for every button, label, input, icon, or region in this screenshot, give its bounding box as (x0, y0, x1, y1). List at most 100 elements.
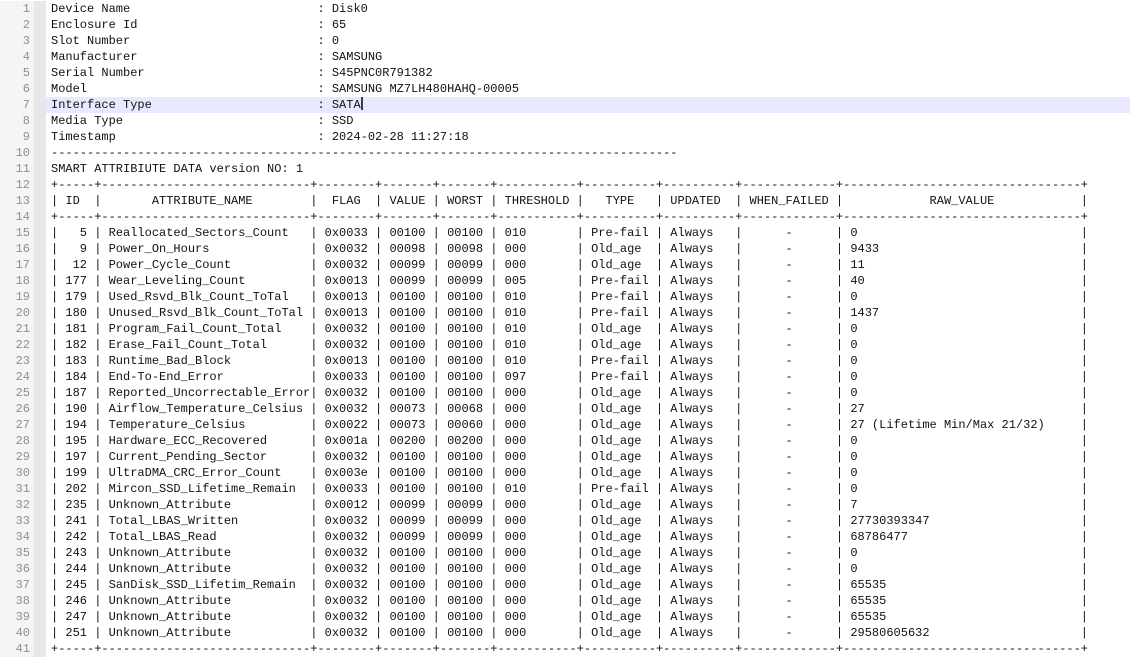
code-line-text[interactable]: | 183 | Runtime_Bad_Block | 0x0013 | 001… (46, 353, 1130, 369)
line-number[interactable]: 39 (0, 609, 34, 625)
code-line-text[interactable]: | 181 | Program_Fail_Count_Total | 0x003… (46, 321, 1130, 337)
code-line-text[interactable]: | 199 | UltraDMA_CRC_Error_Count | 0x003… (46, 465, 1130, 481)
line-number[interactable]: 7 (0, 97, 34, 113)
code-line-text[interactable]: Interface Type : SATA (46, 97, 1130, 113)
line-number[interactable]: 4 (0, 49, 34, 65)
code-line-text[interactable]: | 12 | Power_Cycle_Count | 0x0032 | 0009… (46, 257, 1130, 273)
fold-margin (34, 305, 46, 321)
line-number[interactable]: 10 (0, 145, 34, 161)
fold-margin (34, 449, 46, 465)
line-number[interactable]: 17 (0, 257, 34, 273)
line-number[interactable]: 12 (0, 177, 34, 193)
line-number[interactable]: 22 (0, 337, 34, 353)
line-number[interactable]: 9 (0, 129, 34, 145)
code-line-text[interactable]: | ID | ATTRIBUTE_NAME | FLAG | VALUE | W… (46, 193, 1130, 209)
code-line-text[interactable]: | 5 | Reallocated_Sectors_Count | 0x0033… (46, 225, 1130, 241)
code-line-text[interactable]: +-----+-----------------------------+---… (46, 177, 1130, 193)
line-number[interactable]: 14 (0, 209, 34, 225)
code-line-text[interactable]: | 9 | Power_On_Hours | 0x0032 | 00098 | … (46, 241, 1130, 257)
code-line-text[interactable]: | 190 | Airflow_Temperature_Celsius | 0x… (46, 401, 1130, 417)
line-number[interactable]: 15 (0, 225, 34, 241)
line-number[interactable]: 25 (0, 385, 34, 401)
line-number[interactable]: 13 (0, 193, 34, 209)
code-line-text[interactable]: | 251 | Unknown_Attribute | 0x0032 | 001… (46, 625, 1130, 641)
line-number[interactable]: 18 (0, 273, 34, 289)
code-line-text[interactable]: | 246 | Unknown_Attribute | 0x0032 | 001… (46, 593, 1130, 609)
editor-line: 1 Device Name : Disk0 (0, 1, 1130, 17)
editor-line: 35 | 243 | Unknown_Attribute | 0x0032 | 0… (0, 545, 1130, 561)
line-number[interactable]: 38 (0, 593, 34, 609)
code-line-text[interactable]: Media Type : SSD (46, 113, 1130, 129)
code-line-text[interactable]: | 179 | Used_Rsvd_Blk_Count_ToTal | 0x00… (46, 289, 1130, 305)
line-number[interactable]: 33 (0, 513, 34, 529)
fold-margin (34, 561, 46, 577)
code-line-text[interactable]: | 197 | Current_Pending_Sector | 0x0032 … (46, 449, 1130, 465)
code-line-text[interactable]: Enclosure Id : 65 (46, 17, 1130, 33)
line-number[interactable]: 29 (0, 449, 34, 465)
code-line-text[interactable]: | 242 | Total_LBAS_Read | 0x0032 | 00099… (46, 529, 1130, 545)
code-line-text[interactable]: ----------------------------------------… (46, 145, 1130, 161)
editor-line: 18 | 177 | Wear_Leveling_Count | 0x0013 |… (0, 273, 1130, 289)
text-editor[interactable]: 1Device Name : Disk02Enclosure Id : 653S… (0, 0, 1130, 658)
fold-margin (34, 641, 46, 657)
code-line-text[interactable]: | 243 | Unknown_Attribute | 0x0032 | 001… (46, 545, 1130, 561)
line-number[interactable]: 41 (0, 641, 34, 657)
code-line-text[interactable]: Manufacturer : SAMSUNG (46, 49, 1130, 65)
code-line-text[interactable]: | 241 | Total_LBAS_Written | 0x0032 | 00… (46, 513, 1130, 529)
editor-line: 19 | 179 | Used_Rsvd_Blk_Count_ToTal | 0x… (0, 289, 1130, 305)
code-line-text[interactable]: Serial Number : S45PNC0R791382 (46, 65, 1130, 81)
line-number[interactable]: 32 (0, 497, 34, 513)
line-number[interactable]: 1 (0, 1, 34, 17)
line-number[interactable]: 40 (0, 625, 34, 641)
code-line-text[interactable]: | 182 | Erase_Fail_Count_Total | 0x0032 … (46, 337, 1130, 353)
line-number[interactable]: 19 (0, 289, 34, 305)
code-line-text[interactable]: | 202 | Mircon_SSD_Lifetime_Remain | 0x0… (46, 481, 1130, 497)
line-number[interactable]: 36 (0, 561, 34, 577)
code-line-text[interactable]: | 245 | SanDisk_SSD_Lifetim_Remain | 0x0… (46, 577, 1130, 593)
code-line-text[interactable]: +-----+-----------------------------+---… (46, 641, 1130, 657)
line-number[interactable]: 20 (0, 305, 34, 321)
line-number[interactable]: 26 (0, 401, 34, 417)
code-line-text[interactable]: | 184 | End-To-End_Error | 0x0033 | 0010… (46, 369, 1130, 385)
line-number[interactable]: 21 (0, 321, 34, 337)
code-line-text[interactable]: +-----+-----------------------------+---… (46, 209, 1130, 225)
line-number[interactable]: 6 (0, 81, 34, 97)
fold-margin (34, 17, 46, 33)
code-line-text[interactable]: Device Name : Disk0 (46, 1, 1130, 17)
line-number[interactable]: 34 (0, 529, 34, 545)
line-number[interactable]: 28 (0, 433, 34, 449)
editor-line: 6 Model : SAMSUNG MZ7LH480HAHQ-00005 (0, 81, 1130, 97)
code-line-text[interactable]: Timestamp : 2024-02-28 11:27:18 (46, 129, 1130, 145)
fold-margin (34, 609, 46, 625)
code-line-text[interactable]: SMART ATTRIBIUTE DATA version NO: 1 (46, 161, 1130, 177)
line-number[interactable]: 16 (0, 241, 34, 257)
editor-line: 9 Timestamp : 2024-02-28 11:27:18 (0, 129, 1130, 145)
code-line-text[interactable]: Slot Number : 0 (46, 33, 1130, 49)
line-number[interactable]: 11 (0, 161, 34, 177)
editor-line: 7 Interface Type : SATA (0, 97, 1130, 113)
line-number[interactable]: 31 (0, 481, 34, 497)
code-line-text[interactable]: | 235 | Unknown_Attribute | 0x0012 | 000… (46, 497, 1130, 513)
code-line-text[interactable]: | 187 | Reported_Uncorrectable_Error| 0x… (46, 385, 1130, 401)
editor-line: 39 | 247 | Unknown_Attribute | 0x0032 | 0… (0, 609, 1130, 625)
line-number[interactable]: 24 (0, 369, 34, 385)
editor-line: 16 | 9 | Power_On_Hours | 0x0032 | 00098 … (0, 241, 1130, 257)
line-number[interactable]: 37 (0, 577, 34, 593)
line-number[interactable]: 8 (0, 113, 34, 129)
line-number[interactable]: 5 (0, 65, 34, 81)
code-line-text[interactable]: | 194 | Temperature_Celsius | 0x0022 | 0… (46, 417, 1130, 433)
editor-line: 28 | 195 | Hardware_ECC_Recovered | 0x001… (0, 433, 1130, 449)
code-line-text[interactable]: | 180 | Unused_Rsvd_Blk_Count_ToTal | 0x… (46, 305, 1130, 321)
code-line-text[interactable]: | 247 | Unknown_Attribute | 0x0032 | 001… (46, 609, 1130, 625)
code-line-text[interactable]: | 177 | Wear_Leveling_Count | 0x0013 | 0… (46, 273, 1130, 289)
code-line-text[interactable]: Model : SAMSUNG MZ7LH480HAHQ-00005 (46, 81, 1130, 97)
fold-margin (34, 129, 46, 145)
line-number[interactable]: 3 (0, 33, 34, 49)
line-number[interactable]: 23 (0, 353, 34, 369)
line-number[interactable]: 27 (0, 417, 34, 433)
line-number[interactable]: 30 (0, 465, 34, 481)
line-number[interactable]: 35 (0, 545, 34, 561)
code-line-text[interactable]: | 244 | Unknown_Attribute | 0x0032 | 001… (46, 561, 1130, 577)
code-line-text[interactable]: | 195 | Hardware_ECC_Recovered | 0x001a … (46, 433, 1130, 449)
line-number[interactable]: 2 (0, 17, 34, 33)
